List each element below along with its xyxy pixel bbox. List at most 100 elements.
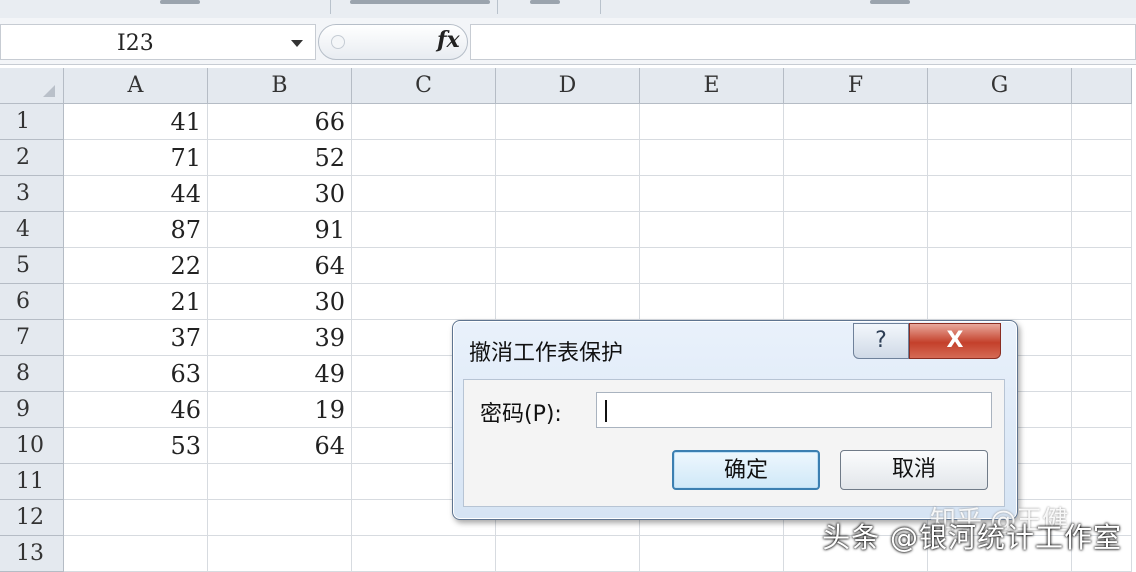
grid-cell[interactable] xyxy=(1072,392,1132,428)
grid-cell[interactable] xyxy=(784,284,928,320)
column-header-partial[interactable] xyxy=(1072,68,1132,104)
insert-function-icon[interactable]: fx xyxy=(437,27,460,53)
row-header[interactable]: 10 xyxy=(0,428,64,464)
grid-cell[interactable] xyxy=(928,104,1072,140)
row-header[interactable]: 2 xyxy=(0,140,64,176)
grid-cell[interactable]: 63 xyxy=(64,356,208,392)
select-all-corner[interactable] xyxy=(0,68,64,104)
grid-cell[interactable] xyxy=(640,176,784,212)
grid-cell[interactable]: 46 xyxy=(64,392,208,428)
grid-cell[interactable]: 91 xyxy=(208,212,352,248)
grid-cell[interactable] xyxy=(352,140,496,176)
column-header-a[interactable]: A xyxy=(64,68,208,104)
grid-cell[interactable] xyxy=(352,284,496,320)
row-header[interactable]: 3 xyxy=(0,176,64,212)
grid-cell[interactable]: 87 xyxy=(64,212,208,248)
grid-cell[interactable] xyxy=(1072,140,1132,176)
grid-cell[interactable] xyxy=(352,212,496,248)
grid-cell[interactable] xyxy=(496,536,640,572)
grid-cell[interactable] xyxy=(928,284,1072,320)
grid-cell[interactable] xyxy=(928,176,1072,212)
row-header[interactable]: 11 xyxy=(0,464,64,500)
grid-cell[interactable] xyxy=(496,284,640,320)
column-header-f[interactable]: F xyxy=(784,68,928,104)
grid-cell[interactable] xyxy=(208,536,352,572)
cancel-button[interactable]: 取消 xyxy=(840,450,988,490)
grid-cell[interactable] xyxy=(1072,320,1132,356)
row-header[interactable]: 6 xyxy=(0,284,64,320)
row-header[interactable]: 12 xyxy=(0,500,64,536)
grid-cell[interactable] xyxy=(352,104,496,140)
grid-cell[interactable] xyxy=(496,212,640,248)
grid-cell[interactable]: 64 xyxy=(208,248,352,284)
grid-cell[interactable] xyxy=(640,284,784,320)
row-header[interactable]: 7 xyxy=(0,320,64,356)
row-header[interactable]: 1 xyxy=(0,104,64,140)
grid-cell[interactable]: 49 xyxy=(208,356,352,392)
grid-cell[interactable] xyxy=(1072,356,1132,392)
grid-cell[interactable]: 19 xyxy=(208,392,352,428)
grid-cell[interactable] xyxy=(496,104,640,140)
grid-cell[interactable] xyxy=(208,464,352,500)
column-header-b[interactable]: B xyxy=(208,68,352,104)
column-header-d[interactable]: D xyxy=(496,68,640,104)
row-header[interactable]: 8 xyxy=(0,356,64,392)
column-header-e[interactable]: E xyxy=(640,68,784,104)
row-header[interactable]: 4 xyxy=(0,212,64,248)
grid-cell[interactable] xyxy=(928,212,1072,248)
grid-cell[interactable] xyxy=(640,536,784,572)
grid-cell[interactable]: 22 xyxy=(64,248,208,284)
grid-cell[interactable]: 53 xyxy=(64,428,208,464)
grid-cell[interactable] xyxy=(64,536,208,572)
grid-cell[interactable]: 66 xyxy=(208,104,352,140)
grid-cell[interactable] xyxy=(64,464,208,500)
grid-cell[interactable] xyxy=(784,104,928,140)
grid-cell[interactable] xyxy=(352,248,496,284)
grid-cell[interactable]: 44 xyxy=(64,176,208,212)
grid-cell[interactable] xyxy=(496,140,640,176)
formula-input[interactable] xyxy=(470,24,1136,60)
grid-cell[interactable]: 30 xyxy=(208,284,352,320)
grid-cell[interactable] xyxy=(640,248,784,284)
grid-cell[interactable] xyxy=(352,176,496,212)
grid-cell[interactable] xyxy=(496,248,640,284)
grid-cell[interactable]: 71 xyxy=(64,140,208,176)
grid-cell[interactable] xyxy=(928,140,1072,176)
grid-cell[interactable] xyxy=(1072,428,1132,464)
grid-cell[interactable] xyxy=(784,248,928,284)
grid-cell[interactable]: 41 xyxy=(64,104,208,140)
row-header[interactable]: 5 xyxy=(0,248,64,284)
grid-cell[interactable] xyxy=(1072,176,1132,212)
grid-cell[interactable] xyxy=(1072,464,1132,500)
grid-cell[interactable] xyxy=(64,500,208,536)
grid-cell[interactable]: 30 xyxy=(208,176,352,212)
grid-cell[interactable]: 52 xyxy=(208,140,352,176)
grid-cell[interactable] xyxy=(640,104,784,140)
resize-handle-icon[interactable] xyxy=(331,35,345,49)
grid-cell[interactable] xyxy=(784,140,928,176)
password-field[interactable] xyxy=(596,392,992,428)
column-header-c[interactable]: C xyxy=(352,68,496,104)
grid-cell[interactable]: 37 xyxy=(64,320,208,356)
row-header[interactable]: 13 xyxy=(0,536,64,572)
grid-cell[interactable]: 64 xyxy=(208,428,352,464)
grid-cell[interactable] xyxy=(352,536,496,572)
grid-cell[interactable] xyxy=(640,212,784,248)
grid-cell[interactable] xyxy=(640,140,784,176)
help-button[interactable]: ? xyxy=(853,323,909,359)
grid-cell[interactable] xyxy=(208,500,352,536)
column-header-g[interactable]: G xyxy=(928,68,1072,104)
grid-cell[interactable] xyxy=(496,176,640,212)
grid-cell[interactable] xyxy=(1072,212,1132,248)
grid-cell[interactable]: 21 xyxy=(64,284,208,320)
grid-cell[interactable] xyxy=(1072,104,1132,140)
ok-button[interactable]: 确定 xyxy=(672,450,820,490)
grid-cell[interactable] xyxy=(1072,248,1132,284)
grid-cell[interactable]: 39 xyxy=(208,320,352,356)
grid-cell[interactable] xyxy=(784,212,928,248)
row-header[interactable]: 9 xyxy=(0,392,64,428)
name-box[interactable]: I23 xyxy=(0,24,316,60)
close-button[interactable]: X xyxy=(909,323,1001,359)
chevron-down-icon[interactable] xyxy=(291,40,303,47)
grid-cell[interactable] xyxy=(1072,284,1132,320)
